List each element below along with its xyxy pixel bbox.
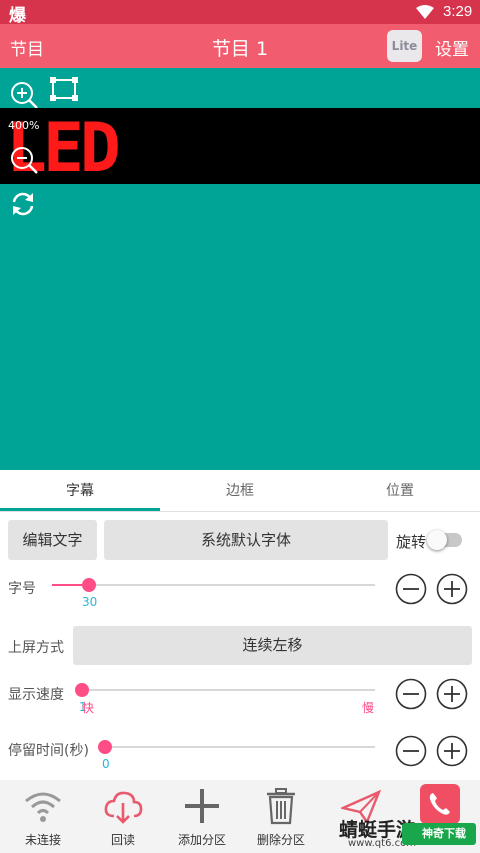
tab-border[interactable]: 边框 — [160, 470, 320, 512]
connection-button[interactable]: 未连接 — [3, 780, 83, 853]
tab-position[interactable]: 位置 — [320, 470, 480, 512]
tab-indicator — [0, 508, 160, 511]
status-bar: 爆 3:29 — [0, 0, 480, 26]
app-bar: 节目 节目 1 Lite 设置 — [0, 24, 480, 68]
lite-badge[interactable]: Lite — [387, 30, 422, 62]
rotate-switch-knob[interactable] — [427, 530, 447, 550]
font-size-slider-track[interactable] — [52, 584, 375, 586]
dwell-time-slider-track[interactable] — [100, 746, 375, 748]
wifi-status-icon — [416, 5, 434, 19]
settings-button[interactable]: 设置 — [435, 35, 469, 60]
add-zone-label: 添加分区 — [177, 833, 226, 847]
speed-increase-button[interactable] — [436, 678, 468, 710]
font-size-label: 字号 — [8, 581, 36, 597]
rotate-label: 旋转 — [396, 533, 427, 551]
font-select-button[interactable]: 系统默认字体 — [104, 520, 388, 560]
wifi-icon — [25, 792, 61, 822]
notification-app-icon: 爆 — [9, 6, 26, 26]
speed-fast-label: 快 — [82, 701, 95, 715]
speed-slider-track[interactable] — [76, 689, 375, 691]
dwell-time-value: 0 — [102, 757, 110, 771]
speed-slow-label: 慢 — [362, 701, 375, 715]
phone-icon — [420, 784, 460, 824]
delete-zone-label: 删除分区 — [256, 833, 305, 847]
dwell-time-decrease-button[interactable] — [395, 735, 427, 767]
speed-decrease-button[interactable] — [395, 678, 427, 710]
scroll-mode-label: 上屏方式 — [8, 640, 64, 656]
dwell-time-increase-button[interactable] — [436, 735, 468, 767]
add-zone-button[interactable]: 添加分区 — [162, 780, 242, 853]
font-size-value: 30 — [82, 595, 98, 609]
edit-text-button[interactable]: 编辑文字 — [8, 520, 97, 560]
tab-bar: 字幕 边框 位置 — [0, 470, 480, 512]
zoom-in-icon[interactable] — [9, 80, 39, 110]
zoom-out-icon[interactable] — [9, 145, 39, 175]
read-back-label: 回读 — [110, 833, 135, 847]
speed-label: 显示速度 — [8, 687, 64, 703]
tab-subtitle[interactable]: 字幕 — [0, 470, 160, 512]
scroll-mode-select[interactable]: 连续左移 — [73, 626, 472, 665]
trash-icon — [267, 788, 295, 825]
select-area-icon[interactable] — [49, 76, 79, 102]
read-back-button[interactable]: 回读 — [83, 780, 163, 853]
cloud-download-icon — [104, 791, 143, 824]
dwell-time-slider-thumb[interactable] — [98, 740, 112, 754]
brand-badge: 神奇下载 — [402, 823, 476, 845]
dwell-time-label: 停留时间(秒) — [8, 743, 89, 759]
font-size-slider-thumb[interactable] — [82, 578, 97, 592]
refresh-icon[interactable] — [9, 190, 37, 218]
status-time: 3:29 — [443, 3, 473, 20]
speed-slider-thumb[interactable] — [75, 683, 89, 697]
zoom-level: 400% — [8, 119, 40, 132]
delete-zone-button[interactable]: 删除分区 — [241, 780, 321, 853]
connection-label: 未连接 — [24, 833, 61, 847]
plus-icon — [185, 789, 219, 823]
font-size-increase-button[interactable] — [436, 573, 468, 605]
font-size-decrease-button[interactable] — [395, 573, 427, 605]
